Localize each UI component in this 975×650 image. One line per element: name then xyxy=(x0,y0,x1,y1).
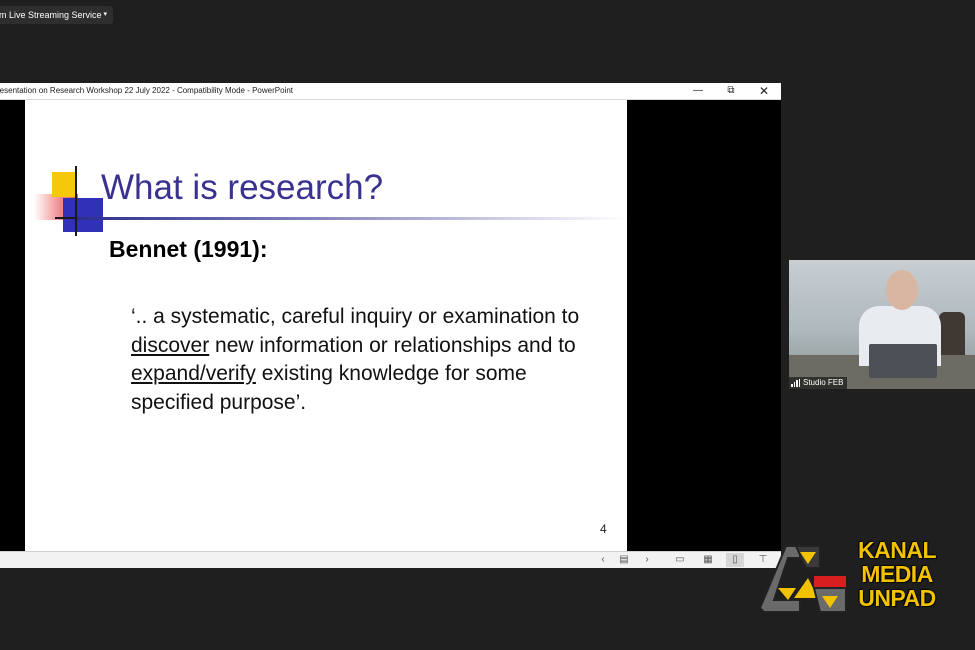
zoom-live-streaming-label: om Live Streaming Service xyxy=(0,10,102,20)
window-title: resentation on Research Workshop 22 July… xyxy=(0,86,293,95)
slide-canvas[interactable]: What is research? Bennet (1991): ‘.. a s… xyxy=(25,100,627,551)
participant-name-label: Studio FEB xyxy=(789,377,848,389)
watermark-line-3: UNPAD xyxy=(858,585,936,611)
quote-text-2: new information or relationships and to xyxy=(209,333,576,357)
zoom-live-streaming-dropdown[interactable]: om Live Streaming Service ▾ xyxy=(0,6,113,24)
slide-title: What is research? xyxy=(101,168,384,207)
participant-video-tile[interactable]: Studio FEB xyxy=(789,260,975,389)
close-button[interactable]: ✕ xyxy=(754,83,774,99)
slide-sorter-button[interactable]: ▦ xyxy=(699,553,717,567)
kanal-media-unpad-logo: KANAL MEDIA UNPAD xyxy=(758,538,942,616)
slide-page-number: 4 xyxy=(600,522,607,536)
title-decoration-blue xyxy=(63,198,103,232)
reading-view-button[interactable]: ▯ xyxy=(726,553,744,567)
watermark-line-2: MEDIA xyxy=(861,561,933,587)
quote-underlined-expand-verify: expand/verify xyxy=(131,362,256,385)
kmu-logo-mark-icon xyxy=(758,545,847,613)
slide-subheading: Bennet (1991): xyxy=(109,236,268,262)
signal-strength-icon xyxy=(791,379,800,387)
status-bar: ‹ ▤ › ▭ ▦ ▯ ⊤ xyxy=(0,551,781,568)
minimize-button[interactable]: — xyxy=(688,83,708,99)
window-titlebar: resentation on Research Workshop 22 July… xyxy=(0,83,781,100)
watermark-line-1: KANAL xyxy=(858,537,937,563)
slide-quote: ‘.. a systematic, careful inquiry or exa… xyxy=(131,303,601,417)
notes-icon[interactable]: ▤ xyxy=(615,553,633,567)
title-decoration-vline xyxy=(75,166,77,236)
quote-underlined-discover: discover xyxy=(131,333,210,357)
previous-slide-button[interactable]: ‹ xyxy=(594,553,612,567)
video-laptop xyxy=(869,344,937,378)
next-slide-button[interactable]: › xyxy=(638,553,656,567)
restore-button[interactable]: ⧉ xyxy=(721,83,741,99)
video-person-head xyxy=(886,270,918,310)
title-decoration-yellow xyxy=(52,172,77,197)
powerpoint-window: resentation on Research Workshop 22 July… xyxy=(0,83,781,568)
watermark-text: KANAL MEDIA UNPAD xyxy=(852,538,942,610)
participant-name: Studio FEB xyxy=(803,378,844,387)
title-underline-rule xyxy=(77,217,627,220)
normal-view-button[interactable]: ▭ xyxy=(671,553,689,567)
quote-text-1: ‘.. a systematic, careful inquiry or exa… xyxy=(131,305,580,328)
chevron-down-icon: ▾ xyxy=(103,11,107,18)
